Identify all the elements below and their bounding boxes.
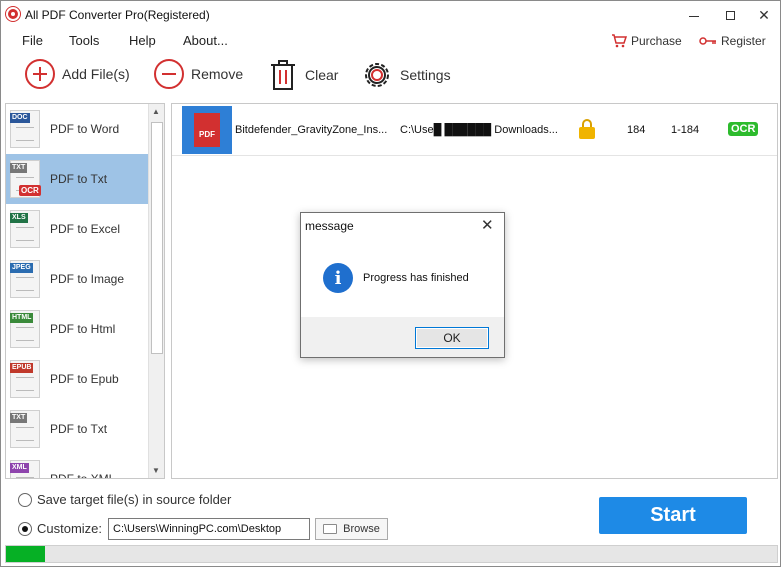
close-icon: ✕ [758, 6, 770, 23]
pdf-thumbnail: PDF [182, 106, 232, 154]
file-type-tag: DOC [10, 113, 30, 123]
file-type-tag: TXT [10, 413, 28, 423]
document-icon: DOC [10, 110, 40, 148]
file-type-tag: JPEG [10, 263, 33, 273]
dialog-title: message [305, 219, 354, 233]
file-name: Bitdefender_GravityZone_Ins... [235, 124, 388, 136]
ocr-badge[interactable]: OCR [728, 122, 759, 136]
purchase-link[interactable]: Purchase [611, 34, 682, 48]
browse-button[interactable]: Browse [315, 518, 388, 540]
converter-list-scrollbar[interactable]: ▲ ▼ [148, 104, 164, 478]
customize-radio[interactable] [18, 522, 32, 536]
file-type-tag: XML [10, 463, 29, 473]
converter-item[interactable]: TXT PDF to Txt [6, 404, 148, 454]
maximize-icon [725, 10, 735, 20]
converter-item[interactable]: HTML PDF to Html [6, 304, 148, 354]
cart-icon [612, 34, 627, 48]
menu-tools[interactable]: Tools [69, 33, 99, 48]
source-folder-radio[interactable] [18, 493, 32, 507]
converter-label: PDF to Excel [50, 222, 121, 236]
menu-about[interactable]: About... [183, 33, 228, 48]
converter-label: PDF to Word [50, 122, 120, 136]
progress-bar [5, 545, 778, 563]
title-bar: All PDF Converter Pro(Registered) ✕ [1, 1, 780, 29]
remove-label: Remove [191, 66, 244, 82]
start-button[interactable]: Start [599, 497, 747, 534]
menu-file[interactable]: File [22, 33, 43, 48]
minimize-icon [689, 15, 699, 17]
file-type-tag: TXT [10, 163, 28, 173]
purchase-label: Purchase [631, 34, 682, 48]
register-label: Register [721, 34, 766, 48]
dialog-message: Progress has finished [363, 272, 469, 284]
maximize-button[interactable] [713, 1, 747, 29]
file-type-tag: EPUB [10, 363, 34, 373]
document-icon: EPUB [10, 360, 40, 398]
pdf-file-icon: PDF [194, 113, 220, 147]
file-row[interactable]: PDF Bitdefender_GravityZone_Ins... C:\Us… [172, 104, 777, 156]
file-type-tag: XLS [10, 213, 28, 223]
folder-icon [323, 524, 338, 534]
document-icon: JPEG [10, 260, 40, 298]
settings-button[interactable]: Settings [361, 59, 451, 91]
clear-label: Clear [305, 67, 339, 83]
window-title: All PDF Converter Pro(Registered) [25, 8, 210, 22]
converter-label: PDF to XML [50, 472, 116, 479]
register-link[interactable]: Register [699, 34, 766, 48]
toolbar: Add File(s) Remove Clear Settings [1, 53, 780, 99]
converter-item[interactable]: TXT OCR PDF to Txt [6, 154, 148, 204]
app-window: All PDF Converter Pro(Registered) ✕ File… [0, 0, 781, 567]
page-count: 184 [627, 124, 646, 136]
plus-circle-icon [25, 59, 55, 89]
ocr-tag: OCR [19, 185, 41, 196]
info-icon: i [323, 263, 353, 293]
scroll-thumb[interactable] [151, 122, 163, 354]
scroll-up-icon[interactable]: ▲ [152, 107, 160, 116]
converter-item[interactable]: XLS PDF to Excel [6, 204, 148, 254]
close-button[interactable]: ✕ [747, 1, 780, 29]
add-files-button[interactable]: Add File(s) [25, 59, 130, 89]
menu-help[interactable]: Help [129, 33, 156, 48]
document-icon: HTML [10, 310, 40, 348]
converter-label: PDF to Txt [50, 422, 108, 436]
remove-button[interactable]: Remove [154, 59, 243, 89]
progress-fill [6, 546, 45, 562]
ok-button[interactable]: OK [415, 327, 489, 349]
minus-circle-icon [154, 59, 184, 89]
add-files-label: Add File(s) [62, 66, 130, 82]
converter-item[interactable]: EPUB PDF to Epub [6, 354, 148, 404]
document-icon: TXT OCR [10, 160, 41, 198]
message-dialog: message ✕ i Progress has finished OK [300, 212, 505, 358]
gear-icon [365, 63, 389, 87]
converter-item[interactable]: XML PDF to XML [6, 454, 148, 479]
converter-item[interactable]: DOC PDF to Word [6, 104, 148, 154]
menu-bar: File Tools Help About... Purchase Regist… [1, 29, 780, 51]
dialog-footer: OK [301, 317, 504, 357]
converter-label: PDF to Txt [50, 172, 108, 186]
scroll-down-icon[interactable]: ▼ [152, 466, 160, 475]
lock-icon[interactable] [578, 119, 596, 139]
trash-icon [271, 60, 295, 90]
document-icon: XLS [10, 210, 40, 248]
app-logo-icon [6, 7, 20, 21]
converter-list: DOC PDF to Word TXT OCR PDF to Txt XLS PDF to … [5, 103, 165, 479]
converter-label: PDF to Epub [50, 372, 119, 386]
customize-label: Customize: [37, 521, 103, 536]
source-folder-label: Save target file(s) in source folder [37, 492, 232, 507]
output-path-input[interactable] [108, 518, 310, 540]
clear-button[interactable]: Clear [268, 59, 338, 91]
browse-label: Browse [343, 523, 380, 535]
dialog-close-icon[interactable]: ✕ [481, 216, 494, 234]
minimize-button[interactable] [677, 1, 711, 29]
converter-label: PDF to Image [50, 272, 125, 286]
document-icon: TXT [10, 410, 40, 448]
file-path: C:\Use█ ██████ Downloads... [400, 124, 558, 136]
key-icon [699, 37, 716, 45]
file-type-tag: HTML [10, 313, 34, 323]
settings-label: Settings [400, 67, 451, 83]
converter-item[interactable]: JPEG PDF to Image [6, 254, 148, 304]
page-range[interactable]: 1-184 [671, 124, 699, 136]
document-icon: XML [10, 460, 40, 478]
converter-label: PDF to Html [50, 322, 116, 336]
